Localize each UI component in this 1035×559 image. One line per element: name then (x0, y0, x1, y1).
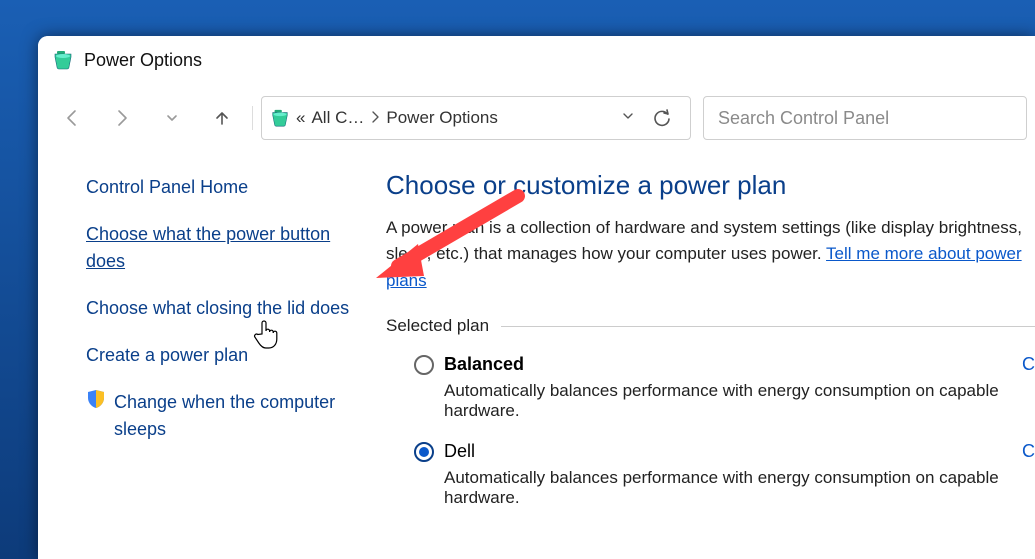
radio-dell[interactable] (414, 442, 434, 462)
content: Control Panel Home Choose what the power… (38, 152, 1035, 559)
sidebar-item-closing-lid[interactable]: Choose what closing the lid does (86, 295, 350, 322)
chevron-right-icon[interactable] (370, 110, 380, 126)
toolbar-separator (252, 106, 253, 130)
refresh-button[interactable] (642, 96, 682, 140)
section-divider (501, 326, 1035, 327)
plan-name: Dell (444, 441, 475, 462)
sidebar-item-create-plan[interactable]: Create a power plan (86, 342, 350, 369)
control-panel-window: Power Options (38, 36, 1035, 559)
address-bar[interactable]: « All C… Power Options (261, 96, 691, 140)
recent-dropdown[interactable] (150, 96, 194, 140)
sidebar-item-power-button[interactable]: Choose what the power button does (86, 221, 350, 275)
change-plan-link[interactable]: C (1022, 354, 1035, 375)
forward-button[interactable] (100, 96, 144, 140)
toolbar: « All C… Power Options Search Control Pa… (38, 84, 1035, 152)
nav-arrows (50, 96, 244, 140)
titlebar: Power Options (38, 36, 1035, 84)
breadcrumb-prefix: « (296, 108, 305, 128)
shield-icon (86, 389, 106, 414)
plan-dell: Dell C Automatically balances performanc… (414, 441, 1035, 508)
radio-balanced[interactable] (414, 355, 434, 375)
main-panel: Choose or customize a power plan A power… (368, 152, 1035, 559)
chevron-down-icon[interactable] (620, 108, 636, 129)
plan-description: Automatically balances performance with … (444, 381, 1035, 421)
sidebar-item-sleep[interactable]: Change when the computer sleeps (114, 389, 350, 443)
change-plan-link[interactable]: C (1022, 441, 1035, 462)
section-label: Selected plan (386, 316, 489, 336)
window-title: Power Options (84, 50, 202, 71)
up-button[interactable] (200, 96, 244, 140)
plan-balanced: Balanced C Automatically balances perfor… (414, 354, 1035, 421)
back-button[interactable] (50, 96, 94, 140)
search-placeholder: Search Control Panel (718, 108, 889, 129)
plan-name: Balanced (444, 354, 524, 375)
search-input[interactable]: Search Control Panel (703, 96, 1027, 140)
breadcrumb-seg-2[interactable]: Power Options (386, 108, 498, 128)
breadcrumb-seg-1[interactable]: All C… (311, 108, 364, 128)
address-icon (270, 108, 290, 128)
page-heading: Choose or customize a power plan (386, 170, 1035, 201)
power-options-icon (52, 49, 74, 71)
plan-description: Automatically balances performance with … (444, 468, 1035, 508)
sidebar: Control Panel Home Choose what the power… (38, 152, 368, 559)
control-panel-home-link[interactable]: Control Panel Home (86, 174, 350, 201)
page-description: A power plan is a collection of hardware… (386, 215, 1035, 294)
